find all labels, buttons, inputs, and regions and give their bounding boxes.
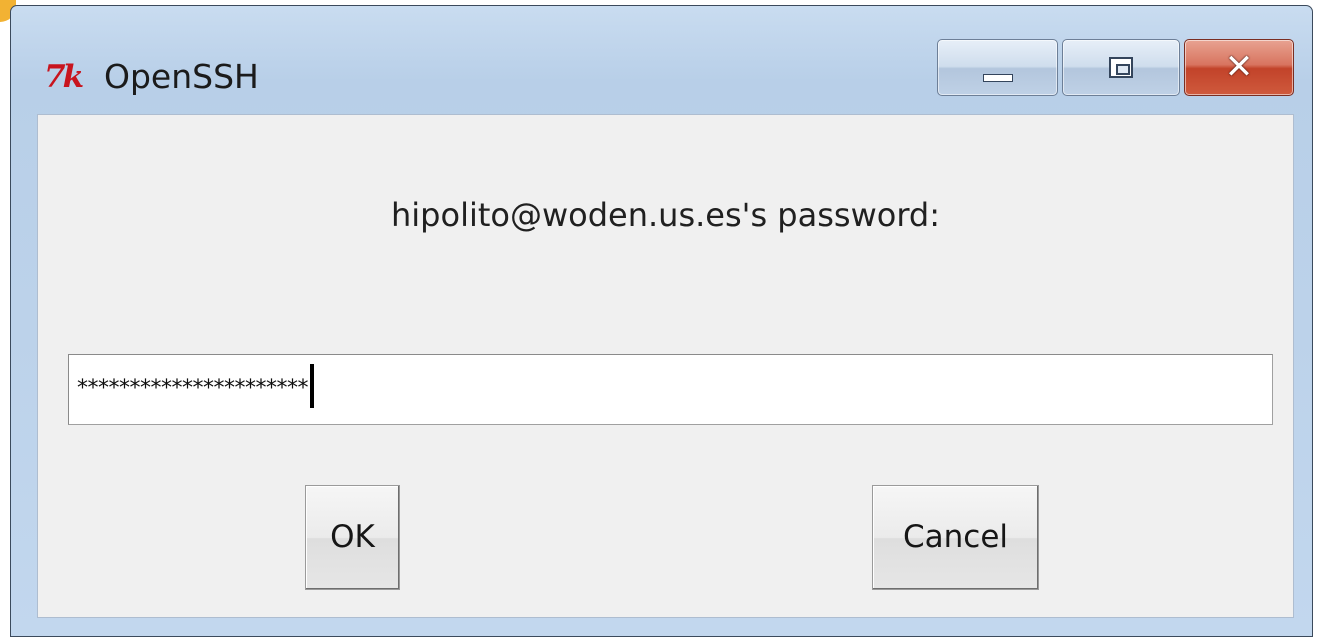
maximize-icon (1109, 57, 1133, 78)
title-bar[interactable]: 7k OpenSSH ✕ (11, 6, 1312, 114)
password-masked-value: ********************** (77, 364, 314, 408)
password-input[interactable]: ********************** (68, 354, 1273, 425)
window-title: OpenSSH (104, 57, 259, 96)
text-caret (310, 364, 314, 408)
tk-feather-icon: 7k (44, 59, 84, 95)
close-button[interactable]: ✕ (1184, 39, 1294, 96)
dialog-body: hipolito@woden.us.es's password: *******… (37, 114, 1294, 618)
password-prompt-label: hipolito@woden.us.es's password: (391, 196, 940, 234)
minimize-icon (982, 74, 1013, 82)
cancel-button[interactable]: Cancel (872, 485, 1039, 590)
maximize-button[interactable] (1062, 39, 1180, 96)
ok-button[interactable]: OK (305, 485, 400, 590)
openssh-dialog-window: 7k OpenSSH ✕ hipolito@woden.us.es's pass… (10, 5, 1313, 637)
minimize-button[interactable] (937, 39, 1058, 96)
close-icon: ✕ (1224, 47, 1254, 87)
